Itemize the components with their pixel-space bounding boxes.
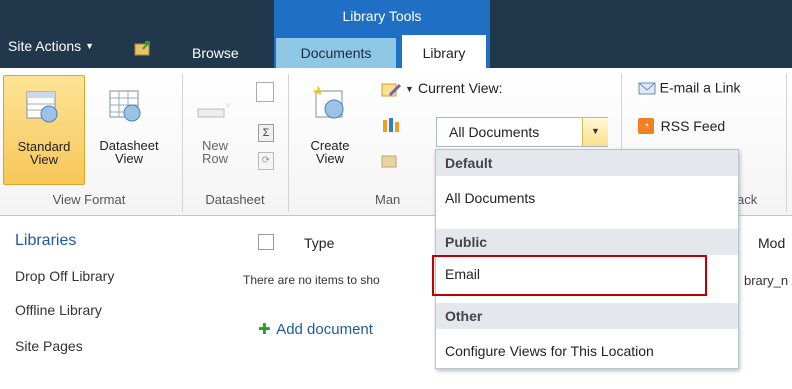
new-row-label2: Row — [201, 151, 228, 166]
current-view-value: All Documents — [449, 124, 540, 140]
libraries-header[interactable]: Libraries — [15, 232, 76, 250]
nav-offline-library[interactable]: Offline Library — [15, 302, 102, 318]
rss-feed-button[interactable]: ◔ RSS Feed — [638, 117, 725, 134]
menu-item-configure-views[interactable]: Configure Views for This Location — [436, 334, 738, 368]
library-tools-title: Library Tools — [342, 8, 422, 24]
standard-view-button[interactable]: Standard View — [3, 75, 85, 185]
chevron-down-icon: ▼ — [405, 84, 414, 94]
current-view-dropdown-arrow[interactable]: ▼ — [582, 118, 608, 146]
group-separator — [786, 74, 787, 212]
new-row-icon — [197, 102, 231, 118]
site-actions-menu[interactable]: Site Actions ▼ — [8, 38, 94, 54]
empty-list-message: There are no items to sho — [243, 273, 380, 287]
tab-browse[interactable]: Browse — [192, 45, 239, 61]
highlight-box — [432, 255, 707, 296]
current-view-label: Current View: — [418, 80, 503, 96]
datasheet-view-icon — [109, 90, 141, 122]
email-link-button[interactable]: E-mail a Link — [638, 79, 741, 96]
refresh-data-icon[interactable]: ⟳ — [258, 152, 274, 170]
email-link-label: E-mail a Link — [659, 79, 741, 96]
column-modified-header[interactable]: Mod — [758, 235, 785, 251]
rss-icon: ◔ — [638, 117, 654, 134]
menu-header-other: Other — [436, 303, 738, 329]
datasheet-group-label: Datasheet — [205, 192, 265, 207]
standard-view-label2: View — [30, 152, 58, 167]
tab-library[interactable]: Library — [402, 35, 486, 68]
show-taskpane-icon[interactable] — [256, 82, 274, 102]
chevron-down-icon: ▼ — [85, 41, 95, 51]
add-document-link[interactable]: ✚ Add document — [258, 320, 373, 338]
navigate-up-icon[interactable] — [134, 40, 152, 56]
new-row-button[interactable]: New Row — [190, 75, 240, 183]
list-cell-partial: brary_n — [744, 273, 789, 288]
email-icon — [638, 82, 656, 95]
select-all-checkbox[interactable] — [258, 234, 274, 250]
modify-view-icon[interactable] — [380, 81, 402, 99]
create-view-label2: View — [316, 151, 344, 166]
rss-feed-label: RSS Feed — [660, 117, 726, 134]
add-document-label: Add document — [276, 321, 373, 338]
navigate-up-small-icon[interactable] — [381, 152, 399, 168]
nav-site-pages[interactable]: Site Pages — [15, 338, 83, 354]
view-format-group-label: View Format — [52, 192, 126, 207]
tab-documents[interactable]: Documents — [276, 38, 396, 68]
menu-header-default: Default — [436, 150, 738, 176]
datasheet-view-label2: View — [115, 151, 143, 166]
nav-drop-off-library[interactable]: Drop Off Library — [15, 268, 114, 284]
plus-icon: ✚ — [258, 321, 271, 338]
standard-view-icon — [26, 91, 58, 123]
menu-item-all-documents[interactable]: All Documents — [436, 181, 738, 215]
datasheet-view-button[interactable]: Datasheet View — [86, 75, 172, 183]
share-track-group-label: ack — [737, 192, 758, 207]
totals-icon[interactable]: Σ — [258, 124, 274, 142]
manage-views-group-label: Man — [375, 192, 401, 207]
site-actions-label: Site Actions — [8, 38, 82, 54]
create-column-icon[interactable] — [381, 116, 401, 134]
create-view-icon — [313, 86, 344, 119]
menu-header-public: Public — [436, 229, 738, 255]
create-view-button[interactable]: Create View — [296, 75, 364, 183]
top-bar-right — [490, 0, 792, 68]
group-separator — [288, 74, 289, 212]
column-type-header[interactable]: Type — [304, 235, 334, 251]
